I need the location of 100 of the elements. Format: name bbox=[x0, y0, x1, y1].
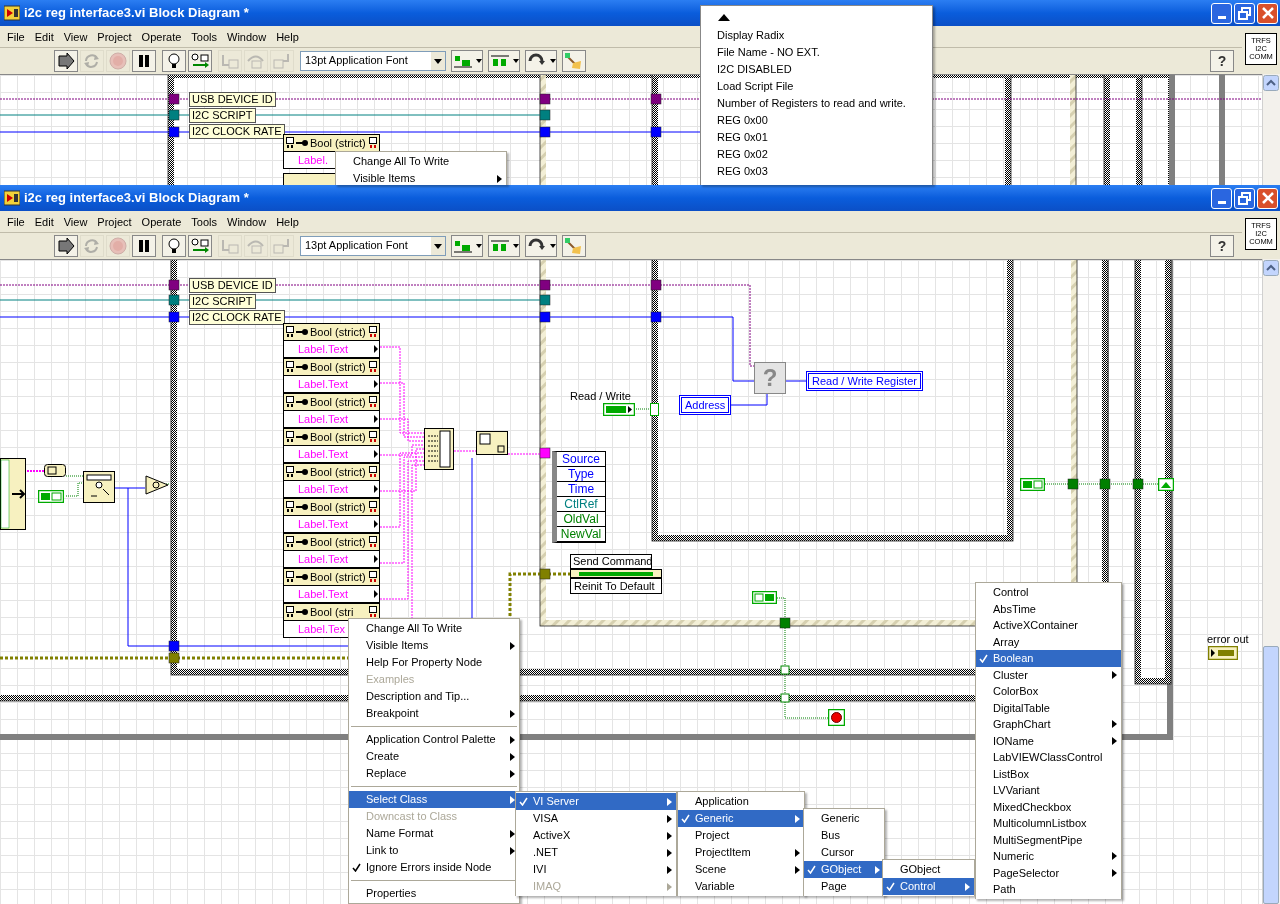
menu-item[interactable]: Help For Property Node bbox=[349, 654, 519, 671]
menu-item[interactable]: Ignore Errors inside Node bbox=[349, 859, 519, 876]
scroll-up-icon[interactable] bbox=[1263, 75, 1279, 91]
menu-item[interactable]: Scene bbox=[678, 861, 804, 878]
menu-item[interactable]: Visible Items bbox=[336, 170, 506, 187]
font-dropdown[interactable]: 13pt Application Font bbox=[300, 235, 446, 256]
menu-item[interactable]: Replace bbox=[349, 765, 519, 782]
menu-bar-item[interactable]: Window bbox=[222, 28, 272, 46]
menu-item[interactable]: Application Control Palette bbox=[349, 731, 519, 748]
distribute-button[interactable] bbox=[488, 49, 520, 72]
menu-item[interactable]: .NET bbox=[516, 844, 676, 861]
menu-bar-item[interactable]: Project bbox=[92, 213, 137, 231]
menu-item[interactable]: Name Format bbox=[349, 825, 519, 842]
menu-item[interactable]: Control bbox=[976, 584, 1121, 601]
menu-item[interactable]: Variable bbox=[678, 878, 804, 895]
menu-item[interactable]: VISA bbox=[516, 810, 676, 827]
align-button[interactable] bbox=[451, 49, 483, 72]
help-button[interactable]: ? bbox=[1210, 49, 1234, 72]
menu-item[interactable]: GObject bbox=[804, 861, 884, 878]
menu-item[interactable]: Properties bbox=[349, 885, 519, 902]
menu-bar-item[interactable]: Project bbox=[92, 28, 137, 46]
scrollbar-thumb[interactable] bbox=[1263, 646, 1279, 904]
menu-item[interactable]: Create bbox=[349, 748, 519, 765]
menu-item[interactable]: LabVIEWClassControl bbox=[976, 749, 1121, 766]
menu-bar-item[interactable]: Help bbox=[271, 213, 304, 231]
menu-item[interactable]: IVI bbox=[516, 861, 676, 878]
menu-item[interactable]: PageSelector bbox=[976, 864, 1121, 881]
menu-item[interactable]: ColorBox bbox=[976, 683, 1121, 700]
menu-item[interactable]: Boolean bbox=[976, 650, 1121, 667]
restore-button[interactable] bbox=[1234, 187, 1255, 209]
vertical-scrollbar[interactable] bbox=[1262, 74, 1280, 185]
toolbar-button[interactable] bbox=[132, 49, 156, 72]
menu-bar-item[interactable]: View bbox=[58, 213, 93, 231]
menu-item[interactable]: Array bbox=[976, 633, 1121, 650]
menu-bar-item[interactable]: Tools bbox=[186, 213, 223, 231]
menu-item[interactable]: Cursor bbox=[804, 844, 884, 861]
menu-item[interactable]: GraphChart bbox=[976, 716, 1121, 733]
menu-item[interactable]: Project bbox=[678, 827, 804, 844]
menu-item[interactable]: MulticolumnListbox bbox=[976, 815, 1121, 832]
list-item[interactable]: REG 0x03 bbox=[717, 163, 932, 180]
menu-item[interactable]: Numeric bbox=[976, 848, 1121, 865]
reorder-button[interactable] bbox=[525, 49, 557, 72]
menu-item[interactable]: GObject bbox=[883, 861, 974, 878]
menu-item[interactable]: Application bbox=[678, 793, 804, 810]
vertical-scrollbar[interactable] bbox=[1262, 259, 1280, 904]
toolbar-button[interactable] bbox=[54, 234, 78, 257]
font-dropdown[interactable]: 13pt Application Font bbox=[300, 50, 446, 71]
list-item[interactable]: I2C DISABLED bbox=[717, 61, 932, 78]
menu-bar-item[interactable]: Window bbox=[222, 213, 272, 231]
menu-item[interactable]: Page bbox=[804, 878, 884, 895]
toolbar-button[interactable] bbox=[162, 49, 186, 72]
list-item[interactable]: Display Radix bbox=[717, 27, 932, 44]
menu-item[interactable]: Path bbox=[976, 881, 1121, 898]
toolbar-button[interactable] bbox=[162, 234, 186, 257]
menu-bar-item[interactable]: Operate bbox=[136, 28, 187, 46]
menu-item[interactable]: LVVariant bbox=[976, 782, 1121, 799]
menu-bar-item[interactable]: Tools bbox=[186, 28, 223, 46]
menu-item[interactable]: Generic bbox=[678, 810, 804, 827]
list-item[interactable]: Number of Registers to read and write. bbox=[717, 95, 932, 112]
menu-item[interactable]: VI Server bbox=[516, 793, 676, 810]
scroll-up-icon[interactable] bbox=[1263, 260, 1279, 276]
menu-item[interactable]: Control bbox=[883, 878, 974, 895]
menu-item[interactable]: Cluster bbox=[976, 666, 1121, 683]
close-button[interactable] bbox=[1257, 2, 1278, 24]
toolbar-button[interactable] bbox=[132, 234, 156, 257]
menu-item[interactable]: Generic bbox=[804, 810, 884, 827]
menu-bar-item[interactable]: View bbox=[58, 28, 93, 46]
menu-bar-item[interactable]: File bbox=[2, 213, 30, 231]
toolbar-button[interactable] bbox=[54, 49, 78, 72]
menu-bar-item[interactable]: File bbox=[2, 28, 30, 46]
list-item[interactable]: File Name - NO EXT. bbox=[717, 44, 932, 61]
list-item[interactable]: REG 0x02 bbox=[717, 146, 932, 163]
restore-button[interactable] bbox=[1234, 2, 1255, 24]
menu-item[interactable]: Link to bbox=[349, 842, 519, 859]
menu-bar-item[interactable]: Edit bbox=[29, 213, 59, 231]
minimize-button[interactable] bbox=[1211, 187, 1232, 209]
menu-item[interactable]: MixedCheckbox bbox=[976, 798, 1121, 815]
list-item[interactable]: REG 0x01 bbox=[717, 129, 932, 146]
menu-item[interactable]: ProjectItem bbox=[678, 844, 804, 861]
menu-item[interactable]: Breakpoint bbox=[349, 705, 519, 722]
menu-item[interactable]: ListBox bbox=[976, 765, 1121, 782]
menu-bar-item[interactable]: Help bbox=[271, 28, 304, 46]
menu-item[interactable]: Bus bbox=[804, 827, 884, 844]
menu-bar-item[interactable]: Operate bbox=[136, 213, 187, 231]
menu-item[interactable]: Description and Tip... bbox=[349, 688, 519, 705]
menu-item[interactable]: AbsTime bbox=[976, 600, 1121, 617]
menu-item[interactable]: ActiveX bbox=[516, 827, 676, 844]
help-button[interactable]: ? bbox=[1210, 234, 1234, 257]
menu-item[interactable]: DigitalTable bbox=[976, 699, 1121, 716]
align-button[interactable] bbox=[451, 234, 483, 257]
menu-item[interactable]: ActiveXContainer bbox=[976, 617, 1121, 634]
menu-item[interactable]: IOName bbox=[976, 732, 1121, 749]
menu-item[interactable]: MultiSegmentPipe bbox=[976, 831, 1121, 848]
close-button[interactable] bbox=[1257, 187, 1278, 209]
list-item[interactable]: REG 0x00 bbox=[717, 112, 932, 129]
menu-bar-item[interactable]: Edit bbox=[29, 28, 59, 46]
distribute-button[interactable] bbox=[488, 234, 520, 257]
reorder-button[interactable] bbox=[525, 234, 557, 257]
scroll-up-arrow-icon[interactable] bbox=[717, 13, 731, 21]
list-item[interactable]: Load Script File bbox=[717, 78, 932, 95]
